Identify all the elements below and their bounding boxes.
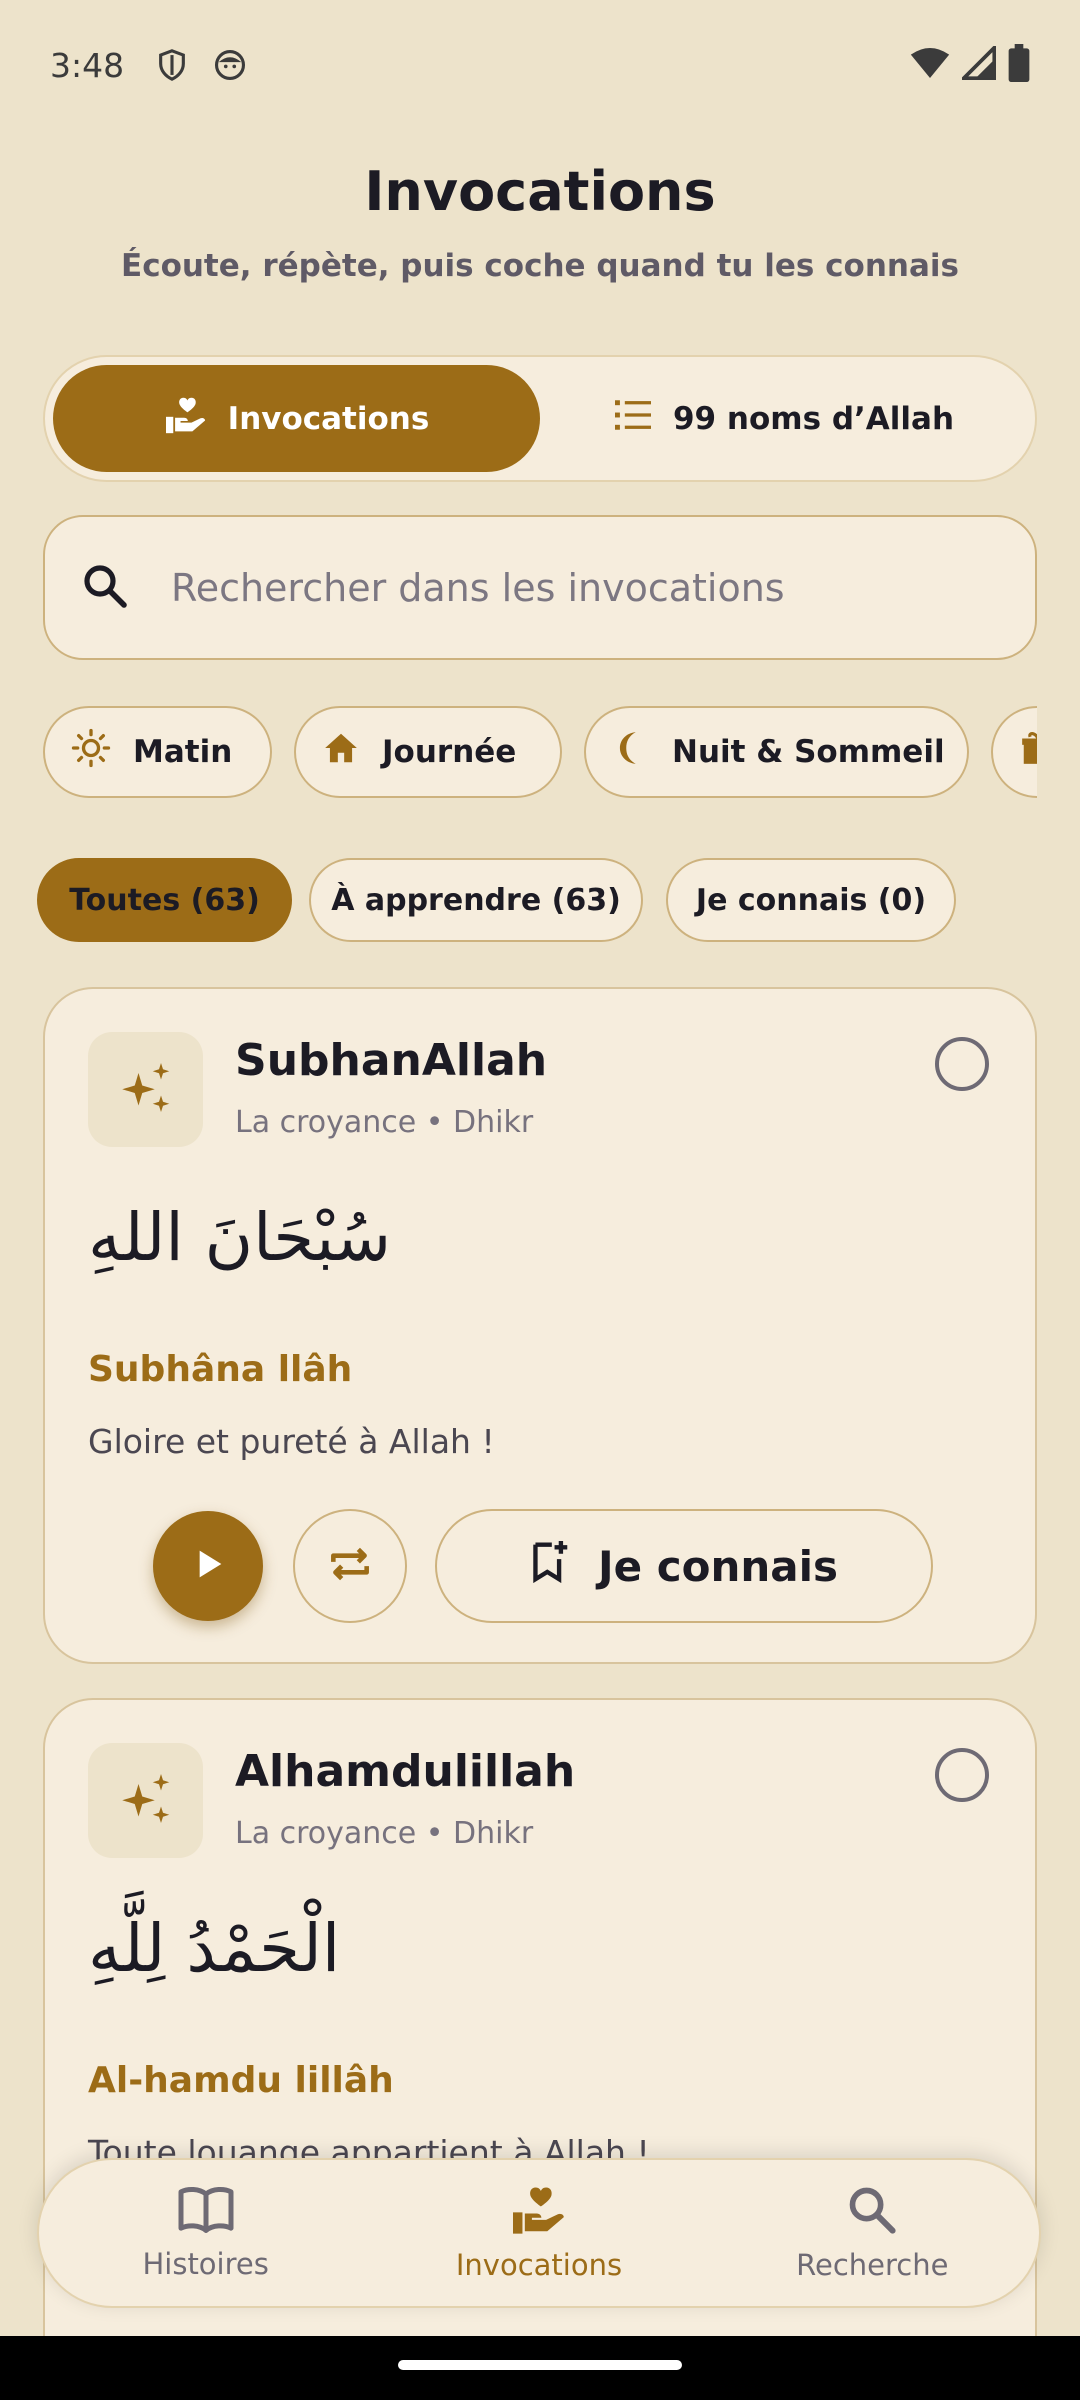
nav-histoires[interactable]: Histoires [39, 2160, 372, 2306]
hand-heart-icon [510, 2184, 568, 2240]
category-chips: Matin Journée Nuit & Sommeil [43, 706, 1037, 798]
arabic-text: الْحَمْدُ لِلَّهِ [88, 1910, 341, 1987]
hand-heart-icon [164, 395, 208, 443]
card-title: SubhanAllah [235, 1035, 548, 1086]
list-icon [613, 397, 653, 441]
chip-journee[interactable]: Journée [294, 706, 562, 798]
card-title: Alhamdulillah [235, 1746, 576, 1797]
status-right-icons [910, 43, 1030, 90]
signal-icon [959, 43, 997, 88]
tab-je-connais[interactable]: Je connais (0) [666, 858, 956, 942]
nav-invocations[interactable]: Invocations [372, 2160, 705, 2306]
translation: Gloire et pureté à Allah ! [88, 1422, 495, 1461]
nav-recherche-label: Recherche [796, 2248, 949, 2282]
search-bar[interactable] [43, 515, 1037, 660]
bottom-nav: Histoires Invocations Recherche [37, 2158, 1041, 2308]
arabic-text: سُبْحَانَ اللهِ [88, 1199, 392, 1276]
card-meta: La croyance • Dhikr [235, 1105, 534, 1140]
repeat-icon [325, 1539, 375, 1593]
known-checkbox[interactable] [935, 1748, 989, 1802]
bookmark-add-icon [530, 1539, 570, 1593]
play-button[interactable] [153, 1511, 263, 1621]
card-icon-box [88, 1032, 203, 1147]
nav-histoires-label: Histoires [142, 2247, 269, 2281]
chip-journee-label: Journée [382, 734, 517, 770]
transliteration: Al-hamdu lillâh [88, 2060, 394, 2101]
segment-99-names-label: 99 noms d’Allah [672, 400, 955, 437]
home-icon [322, 729, 360, 775]
card-meta: La croyance • Dhikr [235, 1816, 534, 1851]
moon-icon [612, 729, 650, 775]
shield-icon [152, 45, 192, 85]
repeat-button[interactable] [293, 1509, 407, 1623]
segment-invocations-label: Invocations [227, 400, 430, 437]
gift-icon [1019, 729, 1037, 775]
section-switcher: Invocations 99 noms d’Allah [43, 355, 1037, 482]
status-time: 3:48 [50, 45, 125, 85]
chip-nuit-sommeil[interactable]: Nuit & Sommeil [584, 706, 969, 798]
tab-toutes[interactable]: Toutes (63) [37, 858, 292, 942]
wifi-icon [910, 46, 950, 88]
sun-icon [71, 728, 111, 776]
battery-icon [1008, 44, 1030, 90]
search-icon [846, 2184, 898, 2240]
search-icon [81, 562, 129, 614]
transliteration: Subhâna llâh [88, 1349, 353, 1390]
segment-invocations[interactable]: Invocations [53, 365, 540, 472]
gesture-handle[interactable] [398, 2360, 682, 2370]
chip-nuit-sommeil-label: Nuit & Sommeil [672, 734, 945, 770]
chip-matin-label: Matin [133, 734, 233, 770]
tab-a-apprendre[interactable]: À apprendre (63) [309, 858, 643, 942]
search-input[interactable] [171, 565, 991, 610]
sparkles-icon [116, 1769, 176, 1833]
nav-recherche[interactable]: Recherche [706, 2160, 1039, 2306]
segment-99-names[interactable]: 99 noms d’Allah [540, 365, 1027, 472]
book-icon [176, 2185, 236, 2239]
play-icon [188, 1544, 228, 1588]
chip-matin[interactable]: Matin [43, 706, 272, 798]
page-title: Invocations [364, 160, 716, 223]
status-bar: 3:48 [0, 0, 1080, 130]
je-connais-label: Je connais [597, 1541, 839, 1591]
invocation-card: SubhanAllah La croyance • Dhikr سُبْحَان… [43, 987, 1037, 1664]
je-connais-button[interactable]: Je connais [435, 1509, 933, 1623]
face-icon [210, 45, 250, 85]
sparkles-icon [116, 1058, 176, 1122]
page-subtitle: Écoute, répète, puis coche quand tu les … [121, 248, 959, 284]
known-checkbox[interactable] [935, 1037, 989, 1091]
card-icon-box [88, 1743, 203, 1858]
chip-more[interactable] [991, 706, 1037, 798]
nav-invocations-label: Invocations [455, 2248, 623, 2282]
